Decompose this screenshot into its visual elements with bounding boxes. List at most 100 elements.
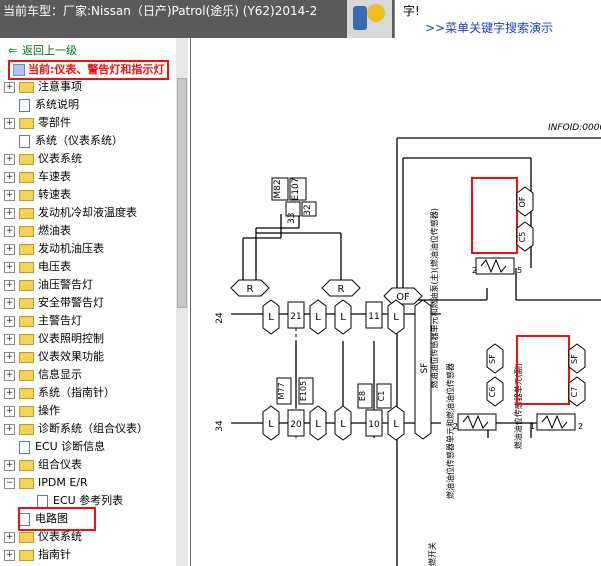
tree-item[interactable]: + 发动机冷却液温度表 [4,204,137,222]
svg-text:C6: C6 [488,387,497,398]
svg-text:33: 33 [287,213,297,224]
expand-icon[interactable]: + [4,333,15,345]
svg-text:1: 1 [530,422,535,431]
tree-item[interactable]: + 仪表效果功能 [4,348,104,366]
tree-item[interactable]: + 仪表系统 [4,150,82,168]
expand-icon[interactable]: + [4,351,15,363]
tree-item[interactable]: + 车速表 [4,168,71,186]
tree-item[interactable]: + 诊断系统（组合仪表） [4,420,148,438]
folder-icon [19,477,34,489]
connector-e107: E107 [291,178,301,201]
sidebar-scrollbar[interactable] [176,38,188,566]
svg-text:2: 2 [453,422,458,431]
tree-item[interactable]: 系统说明 [4,96,79,114]
info-id: INFOID:0000 [548,123,601,133]
tree-item-label: ECU 诊断信息 [35,440,106,453]
folder-icon [19,333,34,345]
tree-item-label: 系统（仪表系统） [35,134,123,147]
pin-21: 21 [290,312,301,322]
wire-color-r-left: R [247,284,254,295]
tree-item-label: 仪表效果功能 [38,350,104,363]
expand-icon[interactable]: + [4,297,15,309]
expand-icon[interactable]: + [4,207,15,219]
expand-icon[interactable]: + [4,549,15,561]
expand-icon[interactable]: + [4,423,15,435]
folder-icon [19,369,34,381]
tree-item-label: 发动机冷却液温度表 [38,206,137,219]
tree-item[interactable]: + 转速表 [4,186,71,204]
scrollbar-thumb[interactable] [177,78,187,308]
tree-item[interactable]: + 电压表 [4,258,71,276]
tree-item[interactable]: + 发动机油压表 [4,240,104,258]
folder-icon [19,81,34,93]
folder-icon [19,171,34,183]
svg-text:L: L [315,419,321,430]
tree-item[interactable]: 系统（仪表系统） [4,132,123,150]
svg-text:5: 5 [517,266,522,275]
sender-sub-highlight [516,335,570,405]
search-demo-link[interactable]: >>菜单关键字搜索演示 [425,19,553,36]
search-banner: 字! >>菜单关键字搜索演示 [394,0,601,38]
expand-icon[interactable]: + [4,243,15,255]
expand-icon[interactable]: + [4,117,15,129]
bottom-switch-label: 燃开关 [427,542,437,566]
expand-icon[interactable]: + [4,171,15,183]
tree-item-label: 诊断系统（组合仪表） [38,422,148,435]
folder-icon [19,225,34,237]
folder-icon [19,387,34,399]
tree-item-label: ECU 参考列表 [53,494,124,507]
expand-icon[interactable]: + [4,189,15,201]
expand-icon[interactable]: + [4,225,15,237]
wire-color-r-right: R [338,284,345,295]
tree-item-label: 燃油表 [38,224,71,237]
tree-item-label: 转速表 [38,188,71,201]
tree-item[interactable]: + 仪表照明控制 [4,330,104,348]
expand-icon[interactable]: + [4,531,15,543]
tree-item[interactable]: + 信息显示 [4,366,82,384]
tree-item[interactable]: + 仪表系统 [4,528,82,546]
svg-text:32: 32 [303,204,313,215]
expand-icon[interactable]: + [4,459,15,471]
folder-icon [19,351,34,363]
expand-icon[interactable]: + [4,405,15,417]
tree-item[interactable]: + 零部件 [4,114,71,132]
tree-item-label: 发动机油压表 [38,242,104,255]
tree-item-label: 仪表系统 [38,530,82,543]
tree-item[interactable]: ECU 诊断信息 [4,438,105,456]
tree-item[interactable]: + 组合仪表 [4,456,82,474]
collapse-icon[interactable]: − [4,477,15,489]
tree-item-label: 油压警告灯 [38,278,93,291]
expand-icon[interactable]: + [4,387,15,399]
location-icon [13,64,25,76]
expand-icon[interactable]: + [4,279,15,291]
tree-item[interactable]: + 指南针 [4,546,71,564]
tree-item[interactable]: + 安全带警告灯 [4,294,104,312]
svg-text:SF: SF [488,354,497,364]
expand-icon[interactable]: + [4,81,15,93]
folder-icon [19,261,34,273]
tree-item-label: 注意事项 [38,80,82,93]
expand-icon[interactable]: + [4,315,15,327]
tree-item-label: 主警告灯 [38,314,82,327]
folder-icon [19,315,34,327]
tree-item[interactable]: + 系统（指南针） [4,384,115,402]
expand-icon[interactable]: + [4,261,15,273]
svg-text:C7: C7 [570,387,579,398]
expand-icon[interactable]: + [4,153,15,165]
folder-icon [19,405,34,417]
back-button[interactable]: ⇐ 返回上一级 [8,42,77,58]
tree-item[interactable]: + 燃油表 [4,222,71,240]
sender-main-highlight [471,177,518,254]
folder-icon [19,297,34,309]
tree-item[interactable]: + 油压警告灯 [4,276,93,294]
tree-item[interactable]: + 操作 [4,402,60,420]
tree-item-label: 系统说明 [35,98,79,111]
tree-item[interactable]: − IPDM E/R [4,474,88,492]
document-icon [37,494,48,508]
connector-m82: M82 [273,179,283,198]
expand-icon[interactable]: + [4,369,15,381]
tree-item[interactable]: + 注意事项 [4,78,82,96]
tree-item[interactable]: + 主警告灯 [4,312,82,330]
svg-text:L: L [393,312,399,323]
tree-item-label: 电压表 [38,260,71,273]
